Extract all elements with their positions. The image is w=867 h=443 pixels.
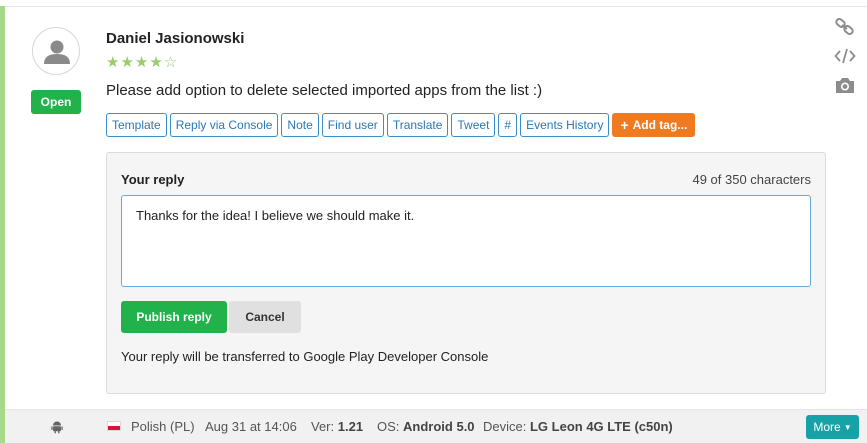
star-rating: ★★★★☆ (106, 55, 178, 71)
star-filled-icon: ★ (134, 54, 150, 71)
link-icon[interactable] (834, 16, 856, 38)
more-label: More (813, 420, 841, 434)
plus-icon: + (620, 117, 629, 133)
star-empty-icon: ☆ (163, 54, 179, 71)
reply-panel: Your reply 49 of 350 characters Thanks f… (106, 152, 826, 394)
review-meta-footer: Polish (PL) Aug 31 at 14:06 Ver: 1.21 OS… (5, 409, 867, 443)
status-badge[interactable]: Open (31, 90, 81, 114)
tweet-button[interactable]: Tweet (451, 113, 496, 137)
find-user-button[interactable]: Find user (321, 113, 384, 137)
user-icon (44, 40, 70, 64)
note-button[interactable]: Note (281, 113, 319, 137)
reply-via-console-button[interactable]: Reply via Console (169, 113, 279, 137)
language: Polish (PL) (131, 419, 195, 434)
add-tag-label: Add tag... (632, 118, 688, 132)
android-icon (51, 421, 63, 434)
transfer-note: Your reply will be transferred to Google… (121, 349, 489, 364)
code-icon[interactable] (834, 45, 856, 67)
review-date: Aug 31 at 14:06 (205, 419, 297, 434)
cancel-button[interactable]: Cancel (229, 301, 301, 333)
poland-flag-icon (107, 421, 121, 431)
template-button[interactable]: Template (106, 113, 167, 137)
action-toolbar: Template Reply via Console Note Find use… (106, 113, 696, 137)
device: Device: LG Leon 4G LTE (c50n) (483, 419, 673, 434)
star-filled-icon: ★ (120, 54, 135, 71)
more-dropdown-button[interactable]: More ▼ (806, 415, 859, 439)
side-actions (834, 16, 856, 103)
camera-icon[interactable] (834, 74, 856, 96)
avatar (32, 27, 80, 75)
star-filled-icon: ★ (149, 54, 164, 71)
card-top-border (5, 6, 867, 7)
star-filled-icon: ★ (106, 54, 121, 71)
author-name: Daniel Jasionowski (106, 30, 245, 47)
hashtag-button[interactable]: # (498, 113, 518, 137)
character-counter: 49 of 350 characters (692, 172, 811, 187)
translate-button[interactable]: Translate (386, 113, 449, 137)
review-text: Please add option to delete selected imp… (106, 82, 543, 99)
app-version: Ver: 1.21 (311, 419, 364, 434)
add-tag-button[interactable]: + Add tag... (612, 113, 696, 137)
reply-title: Your reply (121, 172, 185, 187)
publish-reply-button[interactable]: Publish reply (121, 301, 227, 333)
events-history-button[interactable]: Events History (520, 113, 610, 137)
caret-down-icon: ▼ (843, 422, 852, 432)
os-version: OS: Android 5.0 (377, 419, 475, 434)
reply-textarea[interactable]: Thanks for the idea! I believe we should… (121, 195, 811, 287)
status-accent-bar (0, 6, 5, 443)
review-card: Open Daniel Jasionowski ★★★★☆ Please add… (0, 0, 867, 443)
